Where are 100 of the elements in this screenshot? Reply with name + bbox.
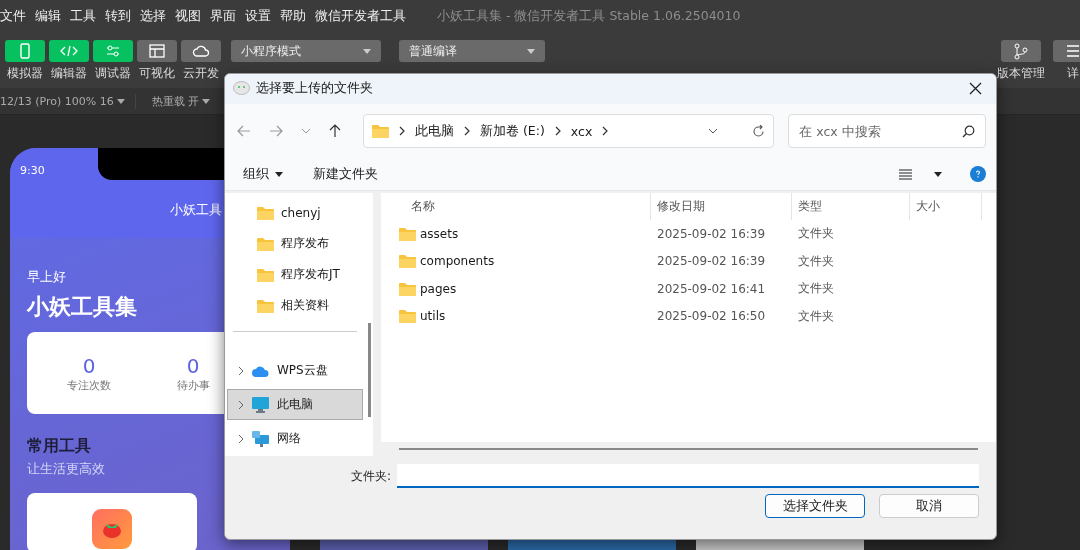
toolbar-label: 版本管理 bbox=[997, 66, 1045, 81]
toolbar-button[interactable] bbox=[49, 40, 89, 62]
scrollbar[interactable] bbox=[368, 323, 371, 418]
folder-icon bbox=[257, 267, 274, 282]
folder-icon bbox=[257, 236, 274, 251]
refresh-icon[interactable] bbox=[752, 124, 766, 138]
caret-icon bbox=[934, 171, 942, 177]
status-time: 9:30 bbox=[20, 164, 45, 177]
nav-tree-item[interactable]: 网络 bbox=[227, 423, 363, 455]
file-name[interactable]: assets bbox=[420, 226, 459, 241]
sliders-icon bbox=[104, 42, 122, 60]
folder-input[interactable] bbox=[397, 464, 979, 489]
tomato-icon bbox=[92, 509, 132, 549]
nav-pane-item[interactable]: chenyj bbox=[281, 205, 321, 220]
file-type: 文件夹 bbox=[797, 252, 835, 270]
chevron-right-icon bbox=[399, 126, 405, 137]
column-header[interactable]: 修改日期 bbox=[651, 193, 792, 221]
breadcrumb-item[interactable]: 此电脑 bbox=[415, 122, 454, 140]
column-header[interactable]: 名称 bbox=[381, 193, 651, 221]
stat-value: 0 bbox=[82, 353, 96, 378]
breadcrumb-item[interactable]: xcx bbox=[570, 123, 593, 139]
toolbar-button[interactable] bbox=[137, 40, 177, 62]
toolbar-label: 可视化 bbox=[139, 66, 175, 81]
file-type: 文件夹 bbox=[797, 225, 835, 243]
dialog-title: 选择要上传的文件夹 bbox=[256, 80, 373, 98]
address-bar[interactable]: 此电脑 新加卷 (E:) xcx bbox=[363, 114, 775, 149]
device-selector[interactable]: 12/13 (Pro) 100% 16 bbox=[0, 94, 114, 108]
menu-item[interactable]: 视图 bbox=[175, 7, 207, 25]
expand-chevron-icon bbox=[238, 433, 244, 444]
caret-icon bbox=[275, 171, 283, 177]
caret-icon bbox=[202, 98, 211, 104]
compile-dropdown[interactable]: 普通编译 bbox=[399, 40, 545, 62]
menu-item[interactable]: 编辑 bbox=[35, 7, 67, 25]
file-name[interactable]: utils bbox=[420, 309, 446, 324]
network-icon bbox=[252, 430, 269, 447]
help-icon[interactable] bbox=[970, 166, 986, 183]
toolbar-label: 调试器 bbox=[95, 66, 131, 81]
toolbar-label: 编辑器 bbox=[51, 66, 87, 81]
toolbar-button[interactable] bbox=[181, 40, 221, 62]
menu-item[interactable]: 帮助 bbox=[280, 7, 312, 25]
view-options-button[interactable] bbox=[897, 166, 944, 182]
search-field[interactable]: 在 xcx 中搜索 bbox=[788, 114, 986, 149]
caret-icon bbox=[527, 48, 535, 54]
new-folder-button[interactable]: 新建文件夹 bbox=[311, 163, 380, 185]
chevron-right-icon bbox=[554, 126, 561, 137]
menu-item[interactable]: 设置 bbox=[245, 7, 277, 25]
caret-icon bbox=[116, 98, 125, 104]
file-name[interactable]: components bbox=[420, 254, 495, 269]
nav-pane-item[interactable]: 相关资料 bbox=[281, 297, 329, 315]
menu-item[interactable]: 选择 bbox=[140, 7, 172, 25]
breadcrumb-item[interactable]: 新加卷 (E:) bbox=[480, 122, 545, 140]
menu-item[interactable]: 微信开发者工具 bbox=[315, 7, 412, 25]
search-input[interactable]: 在 xcx 中搜索 bbox=[799, 123, 956, 139]
nav-title: 小妖工具 bbox=[170, 201, 222, 219]
chevron-down-icon bbox=[301, 128, 311, 135]
menu-item[interactable]: 工具 bbox=[70, 7, 102, 25]
tool-card[interactable] bbox=[27, 493, 197, 550]
chat-bubble-icon bbox=[233, 81, 250, 97]
column-header[interactable]: 大小 bbox=[910, 193, 982, 221]
column-header[interactable]: 类型 bbox=[792, 193, 910, 221]
dialog-button[interactable]: 选择文件夹 bbox=[765, 494, 865, 519]
stat-label: 待办事 bbox=[176, 377, 210, 393]
menu-item[interactable]: 文件 bbox=[0, 7, 32, 25]
greeting-text: 早上好 bbox=[27, 268, 66, 286]
stat-value: 0 bbox=[186, 353, 200, 378]
menu-item[interactable]: 转到 bbox=[105, 7, 137, 25]
mode-dropdown[interactable]: 小程序模式 bbox=[231, 40, 381, 62]
branch-icon bbox=[1012, 42, 1030, 60]
toolbar-button[interactable] bbox=[1001, 40, 1041, 62]
modified-date: 2025-09-02 16:41 bbox=[656, 281, 767, 296]
chevron-right-icon bbox=[602, 126, 609, 137]
file-name[interactable]: pages bbox=[420, 281, 457, 296]
nav-pane-item[interactable]: 程序发布 bbox=[281, 235, 329, 253]
nav-pane-item[interactable]: 程序发布JT bbox=[281, 266, 340, 284]
nav-tree-item[interactable]: 此电脑 bbox=[227, 389, 363, 421]
dialog-button[interactable]: 取消 bbox=[879, 494, 979, 519]
folder-icon bbox=[257, 298, 274, 313]
list-view-icon bbox=[899, 168, 912, 180]
hot-reload-toggle[interactable]: 热重载 开 bbox=[151, 93, 200, 109]
caret-icon bbox=[363, 48, 371, 54]
folder-icon bbox=[399, 281, 416, 296]
chevron-right-icon bbox=[464, 126, 470, 137]
file-type: 文件夹 bbox=[797, 307, 835, 325]
search-icon bbox=[962, 124, 975, 138]
menu-item[interactable]: 界面 bbox=[210, 7, 242, 25]
toolbar-label: 模拟器 bbox=[7, 66, 43, 81]
folder-label: 文件夹: bbox=[350, 467, 391, 485]
chevron-down-icon bbox=[708, 128, 719, 135]
scrollbar[interactable] bbox=[399, 448, 978, 451]
folder-icon bbox=[399, 254, 416, 269]
expand-chevron-icon bbox=[238, 399, 244, 410]
nav-tree-item[interactable]: WPS云盘 bbox=[227, 355, 363, 387]
expand-chevron-icon bbox=[238, 365, 244, 376]
modified-date: 2025-09-02 16:39 bbox=[656, 254, 767, 269]
folder-icon bbox=[257, 205, 274, 220]
toolbar-label: 详 bbox=[1067, 66, 1079, 81]
section-subtitle: 让生活更高效 bbox=[27, 460, 105, 478]
layout-icon bbox=[148, 42, 166, 60]
organize-button[interactable]: 组织 bbox=[241, 163, 285, 185]
file-type: 文件夹 bbox=[797, 280, 835, 298]
